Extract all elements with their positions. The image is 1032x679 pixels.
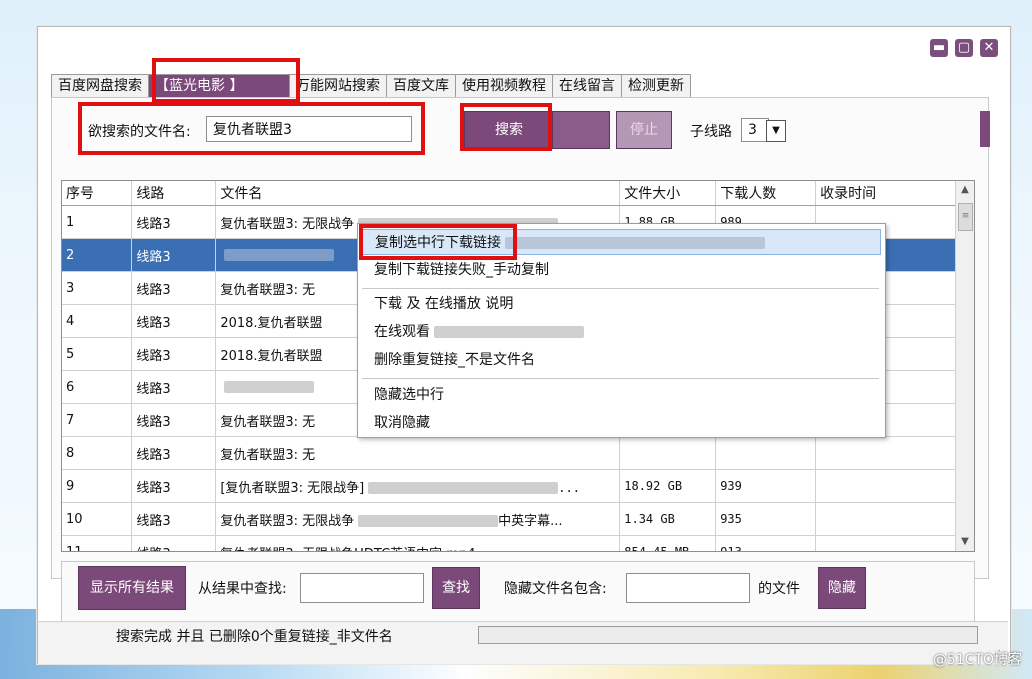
tab-bar: 百度网盘搜索 【蓝光电影 】 万能网站搜索 百度文库 使用视频教程 在线留言 检…	[51, 74, 691, 98]
menu-item-copy-selected-link[interactable]: 复制选中行下载链接	[360, 229, 881, 255]
menu-item-copy-failed-manual[interactable]: 复制下载链接失败_手动复制	[360, 257, 881, 283]
tab-online-message[interactable]: 在线留言	[552, 74, 622, 97]
minimize-button[interactable]: ▬	[930, 39, 948, 57]
search-input[interactable]: 复仇者联盟3	[206, 116, 412, 142]
col-header-downloads[interactable]: 下载人数	[715, 181, 817, 206]
tab-baidu-pan[interactable]: 百度网盘搜索	[51, 74, 149, 97]
col-header-route[interactable]: 线路	[131, 181, 217, 206]
redacted-text	[224, 249, 335, 261]
table-row[interactable]: 9 线路3 [复仇者联盟3: 无限战争]... 18.92 GB 939	[62, 469, 956, 503]
redacted-text	[368, 482, 559, 494]
status-text: 搜索完成 并且 已删除0个重复链接_非文件名	[116, 629, 393, 645]
col-header-no[interactable]: 序号	[62, 181, 133, 206]
menu-item-unhide[interactable]: 取消隐藏	[360, 410, 881, 436]
redacted-text	[224, 381, 315, 393]
table-row[interactable]: 10 线路3 复仇者联盟3: 无限战争 中英字幕... 1.34 GB 935	[62, 502, 956, 536]
menu-item-watch-online[interactable]: 在线观看	[360, 319, 881, 345]
tab-video-tutorial[interactable]: 使用视频教程	[455, 74, 553, 97]
status-bar: 搜索完成 并且 已删除0个重复链接_非文件名 ⋰	[38, 621, 1008, 664]
find-button[interactable]: 查找	[432, 567, 480, 609]
context-menu: 复制选中行下载链接 复制下载链接失败_手动复制 下载 及 在线播放 说明 在线观…	[357, 223, 886, 438]
table-row[interactable]: 8 线路3 复仇者联盟3: 无	[62, 436, 956, 470]
table-row[interactable]: 11 线路3 复仇者联盟3: 无限战争HDTC英语中字.mp4 854.45 M…	[62, 535, 956, 551]
hide-input[interactable]	[626, 573, 750, 603]
redacted-text	[505, 237, 765, 249]
stop-button[interactable]: 停止	[616, 111, 672, 149]
tab-baidu-wenku[interactable]: 百度文库	[386, 74, 456, 97]
find-input[interactable]	[300, 573, 424, 603]
search-label: 欲搜索的文件名:	[88, 124, 191, 140]
scroll-up-icon[interactable]: ▲	[956, 181, 974, 199]
hide-label: 隐藏文件名包含:	[504, 581, 607, 597]
menu-separator	[362, 288, 879, 289]
col-header-filename[interactable]: 文件名	[215, 181, 621, 206]
search-button-extension	[552, 111, 610, 149]
close-button[interactable]: ✕	[980, 39, 998, 57]
tab-bluray-movies[interactable]: 【蓝光电影 】	[148, 74, 290, 97]
redacted-text	[358, 515, 499, 527]
menu-item-hide-selected[interactable]: 隐藏选中行	[360, 382, 881, 408]
maximize-button[interactable]: ▢	[955, 39, 973, 57]
table-header: 序号 线路 文件名 文件大小 下载人数 收录时间	[62, 181, 956, 206]
vertical-scrollbar[interactable]: ▲ ≡ ▼	[955, 181, 974, 551]
search-button[interactable]: 搜索	[464, 111, 554, 149]
redacted-text	[434, 326, 584, 338]
col-header-size[interactable]: 文件大小	[619, 181, 717, 206]
watermark: @51CTO博客	[932, 652, 1022, 668]
scroll-thumb[interactable]: ≡	[958, 203, 973, 231]
chevron-down-icon[interactable]: ▼	[766, 120, 786, 142]
menu-item-download-help[interactable]: 下载 及 在线播放 说明	[360, 291, 881, 317]
subroute-label: 子线路	[690, 124, 732, 140]
find-label: 从结果中查找:	[198, 581, 287, 597]
menu-separator	[362, 378, 879, 379]
hide-button[interactable]: 隐藏	[818, 567, 866, 609]
show-all-button[interactable]: 显示所有结果	[78, 566, 186, 610]
progress-bar	[478, 626, 978, 644]
toolbar-edge	[980, 111, 990, 147]
hide-suffix-label: 的文件	[758, 581, 800, 597]
menu-item-remove-duplicates[interactable]: 删除重复链接_不是文件名	[360, 347, 881, 373]
tab-universal-search[interactable]: 万能网站搜索	[289, 74, 387, 97]
subroute-select[interactable]: 3	[741, 118, 769, 142]
col-header-time[interactable]: 收录时间	[815, 181, 956, 206]
scroll-down-icon[interactable]: ▼	[956, 533, 974, 551]
title-bar: ▬ ▢ ✕	[38, 27, 1010, 69]
tab-check-update[interactable]: 检测更新	[621, 74, 691, 97]
